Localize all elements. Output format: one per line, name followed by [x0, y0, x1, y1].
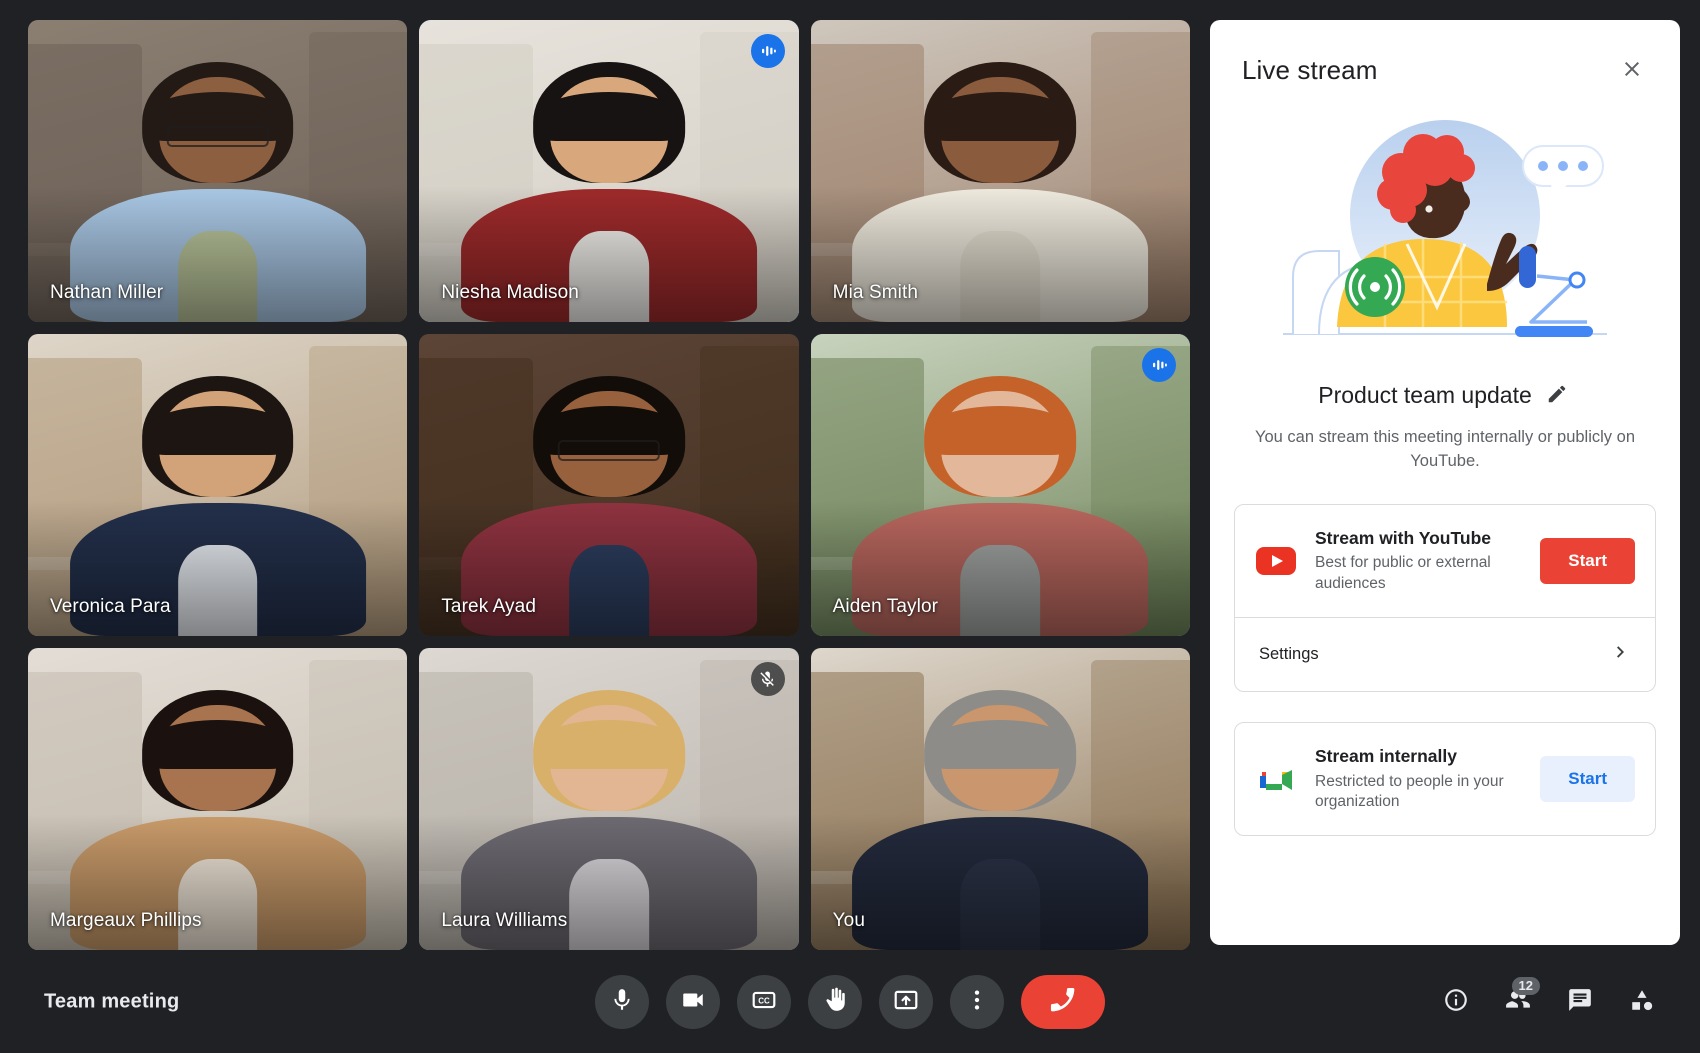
participant-name: Veronica Para: [50, 596, 171, 617]
panel-title: Live stream: [1242, 54, 1378, 85]
meeting-details-button[interactable]: [1432, 978, 1480, 1026]
end-call-button[interactable]: [1021, 974, 1105, 1029]
call-controls: CC: [595, 974, 1105, 1029]
stream-with-youtube-row: Stream with YouTube Best for public or e…: [1235, 505, 1655, 617]
camera-icon: [680, 987, 706, 1016]
stream-with-youtube-text: Stream with YouTube Best for public or e…: [1315, 527, 1522, 595]
microphone-button[interactable]: [595, 974, 649, 1029]
start-internal-stream-button[interactable]: Start: [1540, 756, 1635, 803]
participant-name: Mia Smith: [832, 282, 919, 303]
speaking-indicator-icon: [750, 34, 785, 68]
participant-video: [810, 648, 1190, 950]
participant-tile[interactable]: Margeaux Phillips: [28, 648, 408, 950]
info-icon: [1443, 987, 1469, 1016]
stream-internally-card: Stream internally Restricted to people i…: [1234, 722, 1656, 837]
camera-button[interactable]: [666, 974, 720, 1029]
stream-with-youtube-card: Stream with YouTube Best for public or e…: [1234, 503, 1656, 692]
present-now-button[interactable]: [879, 974, 933, 1029]
panel-header: Live stream: [1210, 20, 1680, 98]
people-count-badge: 12: [1511, 976, 1540, 995]
closed-captions-icon: CC: [751, 987, 777, 1016]
chat-icon: [1567, 987, 1593, 1016]
participant-tile[interactable]: Niesha Madison: [419, 20, 799, 322]
stream-internally-text: Stream internally Restricted to people i…: [1315, 745, 1522, 813]
meeting-name: Product team update: [1318, 382, 1532, 408]
captions-button[interactable]: CC: [737, 974, 791, 1029]
participant-tile[interactable]: Tarek Ayad: [419, 334, 799, 636]
settings-label: Settings: [1259, 645, 1319, 663]
google-meet-icon: [1255, 763, 1297, 795]
participant-name: Aiden Taylor: [832, 596, 939, 617]
participant-name: You: [832, 910, 866, 931]
card-subtitle: Best for public or external audiences: [1315, 554, 1491, 593]
live-stream-panel: Live stream Product team update You can …: [1210, 20, 1680, 945]
svg-text:CC: CC: [758, 997, 770, 1006]
participant-tile[interactable]: Laura Williams: [419, 648, 799, 950]
illustration-container: [1210, 102, 1680, 357]
participant-tile[interactable]: Aiden Taylor: [810, 334, 1190, 636]
participant-video: [419, 334, 799, 636]
more-options-button[interactable]: [950, 974, 1004, 1029]
participant-video: [28, 20, 408, 322]
participant-name: Margeaux Phillips: [50, 910, 202, 931]
google-meet-window: Nathan Miller Niesha Madison Mia Smith V…: [0, 0, 1700, 1053]
participant-video: [28, 648, 408, 950]
activities-button[interactable]: [1618, 978, 1666, 1026]
card-title: Stream internally: [1315, 746, 1457, 766]
participant-name: Nathan Miller: [50, 282, 164, 303]
stream-settings-row[interactable]: Settings: [1235, 618, 1655, 691]
live-stream-illustration: [1275, 102, 1615, 357]
pencil-icon: [1546, 383, 1568, 408]
chat-button[interactable]: [1556, 978, 1604, 1026]
right-toolbar: 12: [1432, 976, 1666, 1026]
participant-tile[interactable]: Veronica Para: [28, 334, 408, 636]
muted-microphone-icon: [750, 662, 785, 696]
card-subtitle: Restricted to people in your organizatio…: [1315, 772, 1504, 811]
participant-name: Laura Williams: [441, 910, 568, 931]
more-vertical-icon: [964, 987, 990, 1016]
raise-hand-button[interactable]: [808, 974, 862, 1029]
stream-internally-row: Stream internally Restricted to people i…: [1235, 723, 1655, 835]
people-button[interactable]: 12: [1494, 976, 1542, 1026]
participant-tile[interactable]: Mia Smith: [810, 20, 1190, 322]
participant-tile[interactable]: Nathan Miller: [28, 20, 408, 322]
participant-tile[interactable]: You: [810, 648, 1190, 950]
end-call-icon: [1047, 984, 1079, 1019]
youtube-icon: [1255, 546, 1297, 576]
card-title: Stream with YouTube: [1315, 527, 1491, 548]
participant-video: [419, 648, 799, 950]
bottom-toolbar: Team meeting CC 12: [0, 950, 1700, 1053]
panel-description: You can stream this meeting internally o…: [1254, 428, 1635, 470]
raise-hand-icon: [822, 987, 848, 1016]
microphone-icon: [609, 987, 635, 1016]
chevron-right-icon: [1609, 640, 1633, 669]
close-icon: [1620, 57, 1644, 84]
activities-icon: [1629, 987, 1655, 1016]
present-screen-icon: [893, 987, 919, 1016]
participant-name: Tarek Ayad: [441, 596, 536, 617]
participant-name: Niesha Madison: [441, 282, 579, 303]
participant-video: [28, 334, 408, 636]
edit-meeting-name-button[interactable]: [1542, 379, 1572, 412]
participant-video: [810, 20, 1190, 322]
close-panel-button[interactable]: [1612, 50, 1652, 90]
speaking-indicator-icon: [1142, 348, 1176, 382]
participant-video: [419, 20, 799, 322]
meeting-name-row: Product team update: [1210, 379, 1680, 412]
meeting-title: Team meeting: [44, 990, 180, 1012]
video-grid: Nathan Miller Niesha Madison Mia Smith V…: [28, 20, 1190, 950]
participant-video: [810, 334, 1190, 636]
start-youtube-stream-button[interactable]: Start: [1540, 537, 1635, 584]
